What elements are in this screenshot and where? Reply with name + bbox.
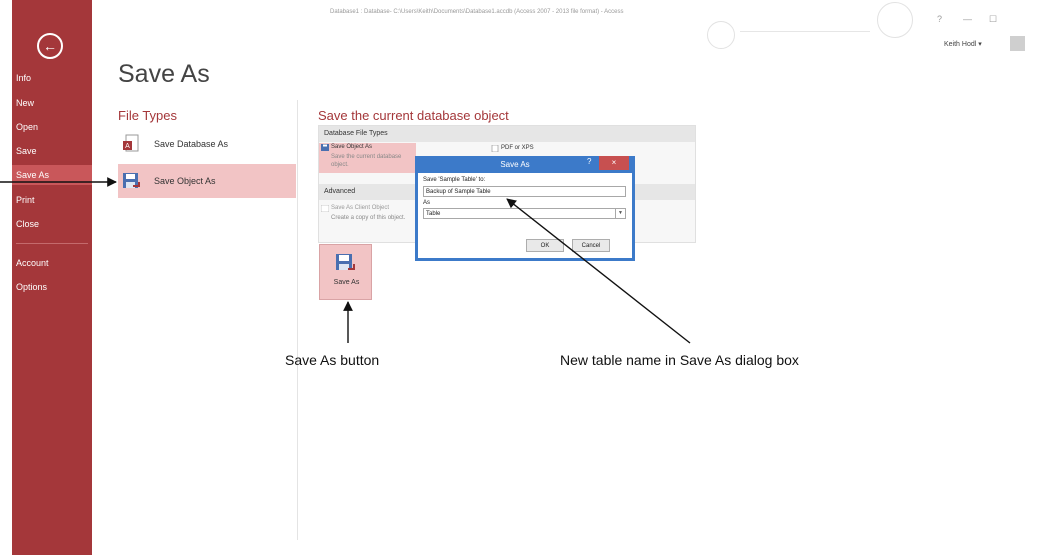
callout-arrows — [0, 177, 691, 344]
new-table-name-callout: New table name in Save As dialog box — [560, 352, 799, 368]
dialog-name-arrow — [506, 198, 691, 344]
save-as-button-callout: Save As button — [285, 352, 380, 368]
